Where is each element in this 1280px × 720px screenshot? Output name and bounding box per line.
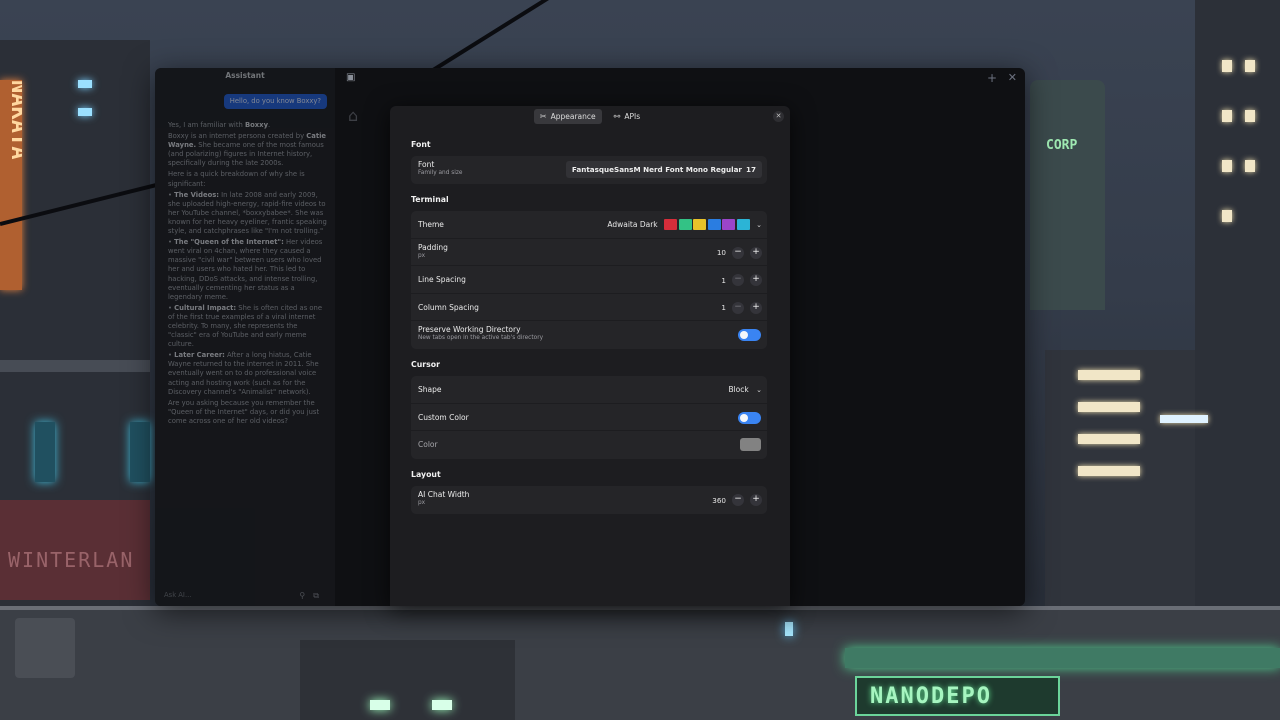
line-spacing-row: Line Spacing 1 − + [411, 266, 767, 294]
decrement-button[interactable]: − [732, 301, 744, 314]
theme-row: Theme Adwaita Dark ⌄ [411, 211, 767, 239]
pin-icon[interactable]: ⚲ [299, 591, 313, 600]
section-title-font: Font [411, 140, 431, 149]
increment-button[interactable]: + [750, 274, 762, 286]
custom-color-toggle[interactable] [738, 411, 761, 424]
line-spacing-value: 1 [721, 275, 726, 285]
assistant-panel: Assistant Hello, do you know Boxxy? Yes,… [155, 68, 335, 606]
custom-color-label: Custom Color [418, 412, 469, 422]
custom-color-row: Custom Color [411, 404, 767, 431]
winterland-sign: WINTERLAN [8, 548, 135, 572]
chat-width-row: AI Chat Width px 360 − + [411, 486, 767, 514]
terminal-group: Theme Adwaita Dark ⌄ Padding px 10 − + L [411, 211, 767, 349]
decrement-button[interactable]: − [732, 246, 744, 259]
paintbrush-icon: ✂ [539, 112, 547, 121]
cursor-group: Shape Block ⌄ Custom Color Color [411, 376, 767, 459]
theme-name: Adwaita Dark [607, 220, 658, 229]
assistant-title: Assistant [225, 71, 265, 80]
font-sublabel: Family and size [418, 170, 463, 176]
new-tab-icon[interactable]: + [987, 71, 997, 85]
theme-swatch [736, 219, 750, 230]
reply-paragraph: Boxxy is an internet persona created by … [168, 132, 327, 168]
section-title-layout: Layout [411, 470, 441, 479]
preserve-directory-row: Preserve Working Directory New tabs open… [411, 321, 767, 349]
copy-icon[interactable]: ⧉ [313, 591, 327, 600]
theme-swatch [722, 219, 736, 230]
reply-paragraph: Are you asking because you remember the … [168, 398, 320, 425]
reply-bullet: • Later Career: After a long hiatus, Cat… [168, 351, 319, 396]
theme-dropdown[interactable]: Adwaita Dark ⌄ [607, 219, 762, 230]
sidebar-toggle-icon[interactable]: ▣ [346, 73, 356, 83]
padding-unit: px [418, 252, 426, 259]
ask-ai-input[interactable]: Ask AI... [161, 588, 301, 602]
reply-paragraph: Yes, I am familiar with Boxxy. [168, 121, 271, 129]
padding-stepper: 10 − + [712, 246, 762, 259]
line-spacing-stepper: 1 − + [712, 274, 762, 286]
chevron-down-icon: ⌄ [756, 220, 762, 229]
right-tower [1195, 0, 1280, 620]
cursor-shape-row: Shape Block ⌄ [411, 376, 767, 404]
column-spacing-stepper: 1 − + [712, 301, 762, 314]
color-label: Color [418, 440, 438, 449]
padding-label: Padding [418, 242, 448, 252]
column-spacing-value: 1 [721, 303, 726, 312]
preserve-label: Preserve Working Directory [418, 325, 521, 334]
line-spacing-label: Line Spacing [418, 275, 466, 284]
user-message: Hello, do you know Boxxy? [223, 94, 327, 110]
reply-paragraph: Here is a quick breakdown of why she is … [168, 170, 305, 188]
corp-sign: CORP [1046, 138, 1078, 153]
padding-row: Padding px 10 − + [411, 239, 767, 266]
theme-swatch [664, 219, 678, 230]
assistant-input-actions: ⚲⧉ [299, 591, 327, 600]
api-icon: ⚯ [613, 112, 621, 121]
theme-swatch [678, 219, 692, 230]
column-spacing-row: Column Spacing 1 − + [411, 294, 767, 321]
cursor-color-picker[interactable] [740, 438, 761, 451]
theme-label: Theme [418, 220, 444, 229]
font-label: Font [418, 160, 435, 169]
reply-bullet: • The Videos: In late 2008 and early 200… [168, 190, 327, 236]
column-spacing-label: Column Spacing [418, 302, 479, 312]
preserve-directory-toggle[interactable] [738, 329, 761, 341]
increment-button[interactable]: + [750, 246, 762, 259]
font-picker-button[interactable]: FantasqueSansM Nerd Font Mono Regular 17 [565, 161, 762, 178]
chevron-down-icon: ⌄ [756, 386, 762, 394]
chat-width-label: AI Chat Width [418, 490, 470, 499]
section-title-terminal: Terminal [411, 195, 449, 204]
reply-bullet: • The "Queen of the Internet": Her video… [168, 238, 323, 301]
theme-swatch [707, 219, 721, 230]
cursor-shape-dropdown[interactable]: Block ⌄ [728, 385, 762, 394]
settings-tabs: ✂ Appearance ⚯ APIs [390, 109, 790, 127]
decrement-button[interactable]: − [732, 274, 744, 286]
shape-label: Shape [418, 385, 442, 394]
tab-appearance[interactable]: ✂ Appearance [533, 109, 602, 124]
chat-width-stepper: 360 − + [712, 494, 762, 506]
layout-group: AI Chat Width px 360 − + [411, 486, 767, 514]
chat-width-unit: px [418, 500, 426, 506]
padding-value: 10 [716, 248, 726, 257]
font-group: Font Family and size FantasqueSansM Nerd… [411, 156, 767, 184]
terminal-topbar: ▣ + ✕ [335, 68, 1025, 90]
tab-apis[interactable]: ⚯ APIs [608, 109, 646, 124]
section-title-cursor: Cursor [411, 360, 440, 369]
assistant-reply: Yes, I am familiar with Boxxy. Boxxy is … [168, 121, 328, 428]
cursor-color-row: Color [411, 431, 767, 459]
theme-swatch [693, 219, 707, 230]
reply-bullet: • Cultural Impact: She is often cited as… [168, 303, 323, 349]
vertical-neon-sign: NAKATA [0, 80, 22, 290]
app-ghost-icon: ⌂ [348, 106, 359, 125]
settings-dialog: ✂ Appearance ⚯ APIs ✕ Font Font Family a… [390, 106, 790, 606]
font-row: Font Family and size FantasqueSansM Nerd… [411, 156, 767, 184]
close-dialog-button[interactable]: ✕ [773, 111, 784, 122]
decrement-button[interactable]: − [732, 494, 744, 506]
preserve-sublabel: New tabs open in the active tab's direct… [418, 335, 544, 341]
increment-button[interactable]: + [750, 301, 762, 314]
chat-width-value: 360 [712, 495, 726, 505]
increment-button[interactable]: + [750, 494, 762, 506]
close-window-icon[interactable]: ✕ [1008, 71, 1017, 84]
